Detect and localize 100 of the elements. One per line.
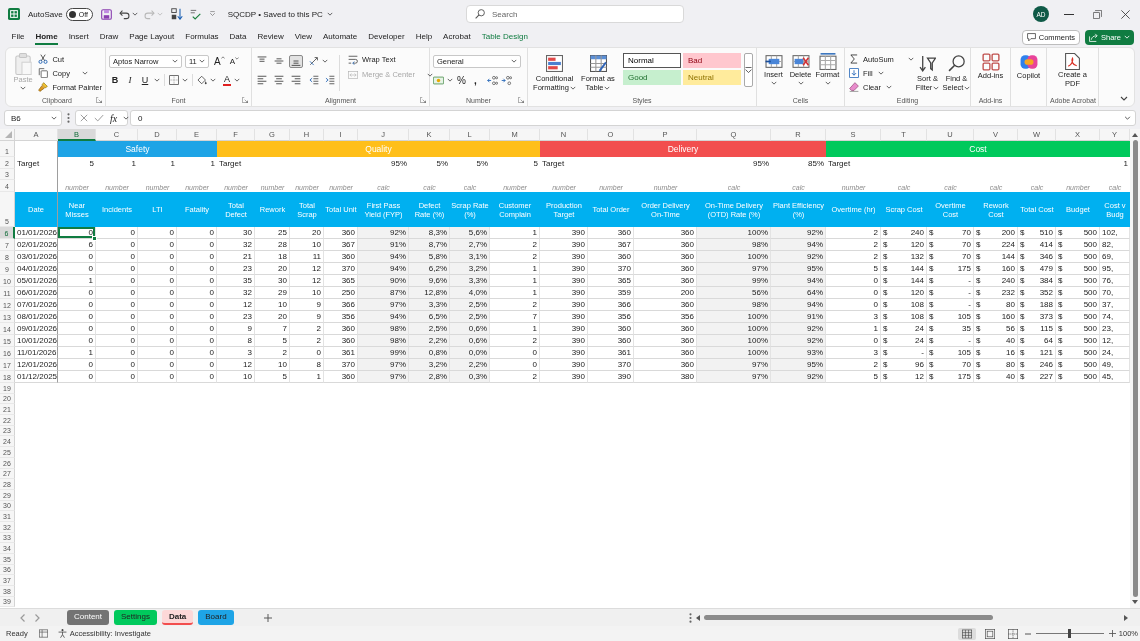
cell-style-option[interactable]: Good xyxy=(623,70,681,85)
dialog-launcher-icon[interactable] xyxy=(96,97,102,103)
bold-button[interactable]: B xyxy=(109,75,121,85)
ribbon-tab[interactable]: Insert xyxy=(68,29,89,45)
increase-decimal-icon[interactable] xyxy=(487,74,498,86)
ribbon-tab[interactable]: Automate xyxy=(322,29,358,45)
zoom-in-icon[interactable] xyxy=(1108,630,1116,637)
borders-icon[interactable] xyxy=(169,75,179,85)
table-cell: 0 xyxy=(138,263,177,275)
ribbon-tab[interactable]: Draw xyxy=(99,29,119,45)
increase-indent-icon[interactable] xyxy=(325,75,335,85)
collapse-ribbon-icon[interactable] xyxy=(1120,96,1128,101)
restore-icon[interactable] xyxy=(1092,9,1102,19)
customize-icon[interactable] xyxy=(208,11,216,17)
scroll-up-icon[interactable] xyxy=(1132,133,1138,137)
normal-view-button[interactable] xyxy=(957,627,976,640)
document-title[interactable]: SQCDP • Saved to this PC xyxy=(227,9,333,19)
currency-symbol: $ xyxy=(883,336,888,345)
previous-sheet-icon[interactable] xyxy=(20,613,25,622)
minimize-icon[interactable] xyxy=(1064,13,1074,15)
scroll-right-icon[interactable] xyxy=(1124,614,1128,621)
next-sheet-icon[interactable] xyxy=(35,613,40,622)
table-cell: 2 xyxy=(290,323,324,335)
add-sheet-icon[interactable] xyxy=(263,613,272,622)
grow-font-button[interactable]: A xyxy=(214,55,225,67)
ribbon-tab[interactable]: Acrobat xyxy=(443,29,471,45)
scroll-left-icon[interactable] xyxy=(696,614,700,621)
currency-symbol: $ xyxy=(1058,276,1063,285)
formula-input[interactable]: 0 xyxy=(130,110,1136,126)
zoom-out-icon[interactable] xyxy=(1024,632,1031,635)
slider-thumb[interactable] xyxy=(1068,629,1072,638)
close-icon[interactable] xyxy=(1120,9,1130,19)
horizontal-scrollbar[interactable] xyxy=(696,614,1128,621)
font-color-button[interactable]: A xyxy=(223,74,231,86)
scroll-down-icon[interactable] xyxy=(1132,600,1138,604)
text-angle-icon[interactable] xyxy=(309,56,319,66)
cell-style-option[interactable]: Neutral xyxy=(683,70,741,85)
align-center-button[interactable] xyxy=(272,73,286,87)
table-cell: 370 xyxy=(324,359,358,371)
fill-handle-icon[interactable] xyxy=(92,236,97,241)
enter-icon[interactable] xyxy=(94,114,104,122)
more-styles-button[interactable] xyxy=(744,53,753,87)
ribbon-tab[interactable]: Formulas xyxy=(185,29,219,45)
sheet-grid-icon[interactable] xyxy=(38,629,48,638)
table-cell: 0 xyxy=(96,371,138,383)
scrollbar-thumb[interactable] xyxy=(704,615,993,620)
table-cell: 390 xyxy=(540,227,588,239)
comma-style-button[interactable]: , xyxy=(470,74,481,86)
cancel-icon[interactable] xyxy=(80,114,88,122)
decrease-indent-icon[interactable] xyxy=(309,75,319,85)
ribbon-tab[interactable]: Help xyxy=(415,29,433,45)
table-cell: 94% xyxy=(771,299,826,311)
caret-icon xyxy=(234,78,240,82)
table-cell: 0 xyxy=(58,359,96,371)
decrease-decimal-icon[interactable] xyxy=(501,74,512,86)
scrollbar-thumb[interactable] xyxy=(1132,140,1138,597)
insert-function-button[interactable]: fx xyxy=(110,112,118,124)
ribbon-tab[interactable]: Page Layout xyxy=(129,29,175,45)
shrink-font-button[interactable]: A xyxy=(229,56,239,66)
table-cell: 0 xyxy=(58,371,96,383)
more-options-icon[interactable] xyxy=(689,612,692,623)
sheet-tab[interactable]: Content xyxy=(67,610,110,625)
ribbon-tab[interactable]: File xyxy=(11,29,25,45)
cell-style-option[interactable]: Bad xyxy=(683,53,741,68)
dialog-launcher-icon[interactable] xyxy=(242,97,248,103)
align-left-button[interactable] xyxy=(255,73,269,87)
undo-icon[interactable] xyxy=(118,8,130,20)
table-cell: 390 xyxy=(588,371,634,383)
table-cell: 0 xyxy=(826,287,881,299)
paint-bucket-icon[interactable] xyxy=(197,75,207,85)
ribbon-tab[interactable]: Data xyxy=(229,29,247,45)
caret-icon xyxy=(745,67,752,73)
ribbon-tab[interactable]: Table Design xyxy=(481,29,528,45)
name-box[interactable]: B6 xyxy=(4,110,62,126)
sort-icon[interactable] xyxy=(170,8,183,20)
table-cell: 144 xyxy=(1001,252,1015,261)
accessibility-icon[interactable] xyxy=(57,629,67,638)
banknote-icon[interactable] xyxy=(433,74,444,86)
underline-button[interactable]: U xyxy=(139,75,151,85)
save-icon[interactable] xyxy=(100,8,112,20)
table-cell: 3 xyxy=(826,347,881,359)
search-field[interactable]: Search xyxy=(466,5,684,23)
percent-style-button[interactable]: % xyxy=(456,74,467,86)
italic-button[interactable]: I xyxy=(124,75,136,85)
more-options-icon[interactable] xyxy=(67,113,70,123)
table-cell: 390 xyxy=(540,371,588,383)
sheet-tab[interactable]: Settings xyxy=(114,610,157,625)
ribbon-tab[interactable]: View xyxy=(294,29,312,45)
vertical-scrollbar[interactable] xyxy=(1130,129,1140,608)
ribbon-tab[interactable]: Home xyxy=(35,29,58,45)
align-bottom-button[interactable] xyxy=(289,54,303,68)
ribbon-tab[interactable]: Review xyxy=(257,29,284,45)
spelling-icon[interactable] xyxy=(189,8,201,20)
dialog-launcher-icon[interactable] xyxy=(420,97,426,103)
dialog-launcher-icon[interactable] xyxy=(518,97,524,103)
sheet-tab[interactable]: Board xyxy=(198,610,234,625)
align-right-button[interactable] xyxy=(289,73,303,87)
sheet-tab[interactable]: Data xyxy=(161,610,194,625)
cell-style-option[interactable]: Normal xyxy=(623,53,681,68)
ribbon-tab[interactable]: Developer xyxy=(368,29,405,45)
